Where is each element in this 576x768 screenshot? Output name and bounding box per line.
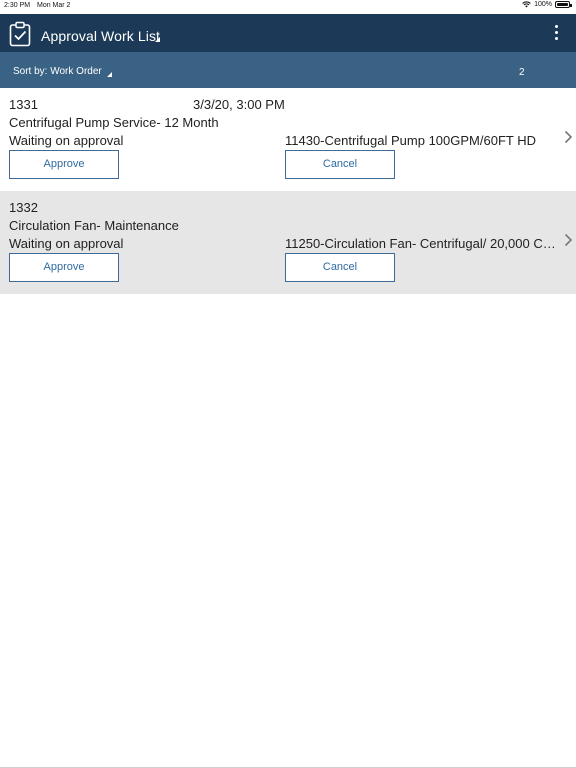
chevron-right-icon[interactable] <box>563 233 573 247</box>
status-right: 100% <box>522 1 572 8</box>
work-order-row[interactable]: 1331 3/3/20, 3:00 PM Centrifugal Pump Se… <box>0 88 576 191</box>
clipboard-check-icon <box>9 21 31 47</box>
status-date: Mon Mar 2 <box>37 2 71 9</box>
cancel-button[interactable]: Cancel <box>285 150 395 179</box>
work-order-asset: 11250-Circulation Fan- Centrifugal/ 20,0… <box>285 236 559 251</box>
work-order-number: 1332 <box>9 200 38 215</box>
page-title[interactable]: Approval Work List <box>41 28 160 44</box>
title-dropdown-icon[interactable] <box>155 37 160 42</box>
chevron-right-icon[interactable] <box>563 130 573 144</box>
sort-by-dropdown[interactable]: Sort by: Work Order <box>13 66 102 77</box>
battery-percent: 100% <box>534 1 552 8</box>
work-order-row[interactable]: 1332 Circulation Fan- Maintenance Waitin… <box>0 191 576 294</box>
status-bar: 2:30 PM Mon Mar 2 100% <box>0 0 576 14</box>
work-order-datetime: 3/3/20, 3:00 PM <box>193 97 285 112</box>
record-count: 2 <box>519 67 525 78</box>
cancel-button[interactable]: Cancel <box>285 253 395 282</box>
approve-button[interactable]: Approve <box>9 150 119 179</box>
battery-icon <box>555 1 572 8</box>
work-order-status: Waiting on approval <box>9 236 124 251</box>
work-order-description: Centrifugal Pump Service- 12 Month <box>9 115 219 130</box>
status-time: 2:30 PM <box>4 2 31 9</box>
work-order-asset: 11430-Centrifugal Pump 100GPM/60FT HD <box>285 133 536 148</box>
approve-button[interactable]: Approve <box>9 253 119 282</box>
kebab-menu-icon[interactable] <box>552 25 560 45</box>
wifi-icon <box>522 1 531 8</box>
work-order-description: Circulation Fan- Maintenance <box>9 218 179 233</box>
sort-bar: Sort by: Work Order 2 <box>0 52 576 88</box>
work-order-status: Waiting on approval <box>9 133 124 148</box>
work-order-number: 1331 <box>9 97 38 112</box>
sort-dropdown-icon[interactable] <box>107 72 112 77</box>
app-header: Approval Work List <box>0 14 576 52</box>
